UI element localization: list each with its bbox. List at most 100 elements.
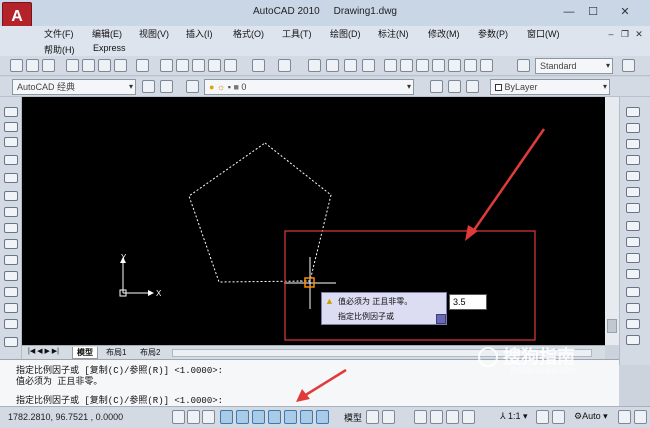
doc-close-icon[interactable]: ✕ [633,28,645,40]
3d-dwf-icon[interactable] [114,59,127,72]
construction-line-icon[interactable] [4,122,18,132]
options-arrow-icon[interactable] [436,314,446,324]
zoom-previous-icon[interactable] [362,59,375,72]
close-button[interactable]: ✕ [616,4,634,20]
design-center-icon[interactable] [400,59,413,72]
mirror-icon[interactable] [626,139,640,149]
ducs-icon[interactable] [284,410,297,424]
help-icon[interactable] [480,59,493,72]
circle-icon[interactable] [4,207,18,217]
tool-palettes-icon[interactable] [416,59,429,72]
maximize-button[interactable]: ☐ [584,4,602,20]
make-block-icon[interactable] [4,303,18,313]
tab-layout1[interactable]: 布局1 [106,347,126,358]
layer-select[interactable]: ● ☼ ▪ ■ 0 ▾ [204,79,414,95]
break-icon[interactable] [626,303,640,313]
rectangle-icon[interactable] [4,173,18,183]
text-style-select[interactable]: Standard ▾ [535,58,613,74]
insert-block-icon[interactable] [4,287,18,297]
drawing-canvas[interactable]: Y X [22,97,605,345]
paste-icon[interactable] [192,59,205,72]
markup-icon[interactable] [448,59,461,72]
osnap-icon[interactable] [252,410,265,424]
make-layer-current-icon[interactable] [430,80,443,93]
layout-grid-icon[interactable] [366,410,379,424]
point-icon[interactable] [4,319,18,329]
open-icon[interactable] [26,59,39,72]
menu-help[interactable]: 帮助(H) [44,43,75,56]
extend-icon[interactable] [626,269,640,279]
rotate-icon[interactable] [626,203,640,213]
properties-icon[interactable] [384,59,397,72]
zoom-realtime-icon[interactable] [326,59,339,72]
scale-factor-input[interactable]: 3.5 [449,294,487,310]
menu-format[interactable]: 格式(O) [233,27,264,40]
layer-previous-icon[interactable] [448,80,461,93]
trim-icon[interactable] [626,253,640,263]
plot-icon[interactable] [66,59,79,72]
toolbar-lock-icon[interactable] [160,80,173,93]
doc-restore-icon[interactable]: ❐ [619,28,631,40]
menu-insert[interactable]: 插入(I) [186,27,213,40]
doc-minimize-icon[interactable]: – [605,28,617,40]
cut-icon[interactable] [136,59,149,72]
pan-status-icon[interactable] [414,410,427,424]
menu-view[interactable]: 视图(V) [139,27,169,40]
publish-icon[interactable] [98,59,111,72]
annotation-visibility-icon[interactable] [536,410,549,424]
tab-nav-first-icon[interactable]: |◀ ◀ ▶ ▶| [28,347,59,355]
tab-layout2[interactable]: 布局2 [140,347,160,358]
model-space-toggle[interactable]: 模型 [344,411,362,424]
steering-wheel-icon[interactable] [446,410,459,424]
menu-draw[interactable]: 绘图(D) [330,27,361,40]
scale-icon[interactable] [626,221,640,231]
menu-file[interactable]: 文件(F) [44,27,74,40]
chamfer-icon[interactable] [626,335,640,345]
save-icon[interactable] [42,59,55,72]
workspace-select[interactable]: AutoCAD 经典 ▾ [12,79,136,95]
move-icon[interactable] [626,187,640,197]
copy-icon[interactable] [176,59,189,72]
new-icon[interactable] [10,59,23,72]
menu-edit[interactable]: 编辑(E) [92,27,122,40]
match-properties-icon[interactable] [208,59,221,72]
minimize-button[interactable]: — [560,4,578,20]
plot-preview-icon[interactable] [82,59,95,72]
infer-constraints-icon[interactable] [172,410,185,424]
block-editor-icon[interactable] [224,59,237,72]
zoom-status-icon[interactable] [430,410,443,424]
erase-icon[interactable] [626,107,640,117]
arc-icon[interactable] [4,191,18,201]
scroll-thumb[interactable] [607,319,617,333]
layer-state-icon[interactable] [466,80,479,93]
vertical-scrollbar[interactable] [605,97,619,345]
otrack-icon[interactable] [268,410,281,424]
text-style-icon[interactable] [517,59,530,72]
menu-window[interactable]: 窗口(W) [527,27,560,40]
hatch-icon[interactable] [4,337,18,347]
layer-properties-icon[interactable] [186,80,199,93]
menu-tools[interactable]: 工具(T) [282,27,312,40]
snap-icon[interactable] [202,410,215,424]
copy-object-icon[interactable] [626,123,640,133]
line-icon[interactable] [4,107,18,117]
offset-icon[interactable] [626,155,640,165]
tab-model[interactable]: 模型 [72,347,98,359]
lineweight-icon[interactable] [316,410,329,424]
color-select[interactable]: ByLayer ▾ [490,79,610,95]
ortho-icon[interactable] [220,410,233,424]
menu-parametric[interactable]: 参数(P) [478,27,508,40]
polygon-icon[interactable] [4,155,18,165]
spline-icon[interactable] [4,239,18,249]
scissors-icon[interactable] [160,59,173,72]
zoom-window-icon[interactable] [344,59,357,72]
redo-icon[interactable] [278,59,291,72]
lock-ui-icon[interactable] [618,410,631,424]
polyline-icon[interactable] [4,137,18,147]
annotation-scale[interactable]: ⅄ 1:1 ▾ [500,411,528,422]
polar-icon[interactable] [236,410,249,424]
join-icon[interactable] [626,319,640,329]
clean-screen-icon[interactable] [634,410,647,424]
array-icon[interactable] [626,171,640,181]
dynamic-input-icon[interactable] [300,410,313,424]
